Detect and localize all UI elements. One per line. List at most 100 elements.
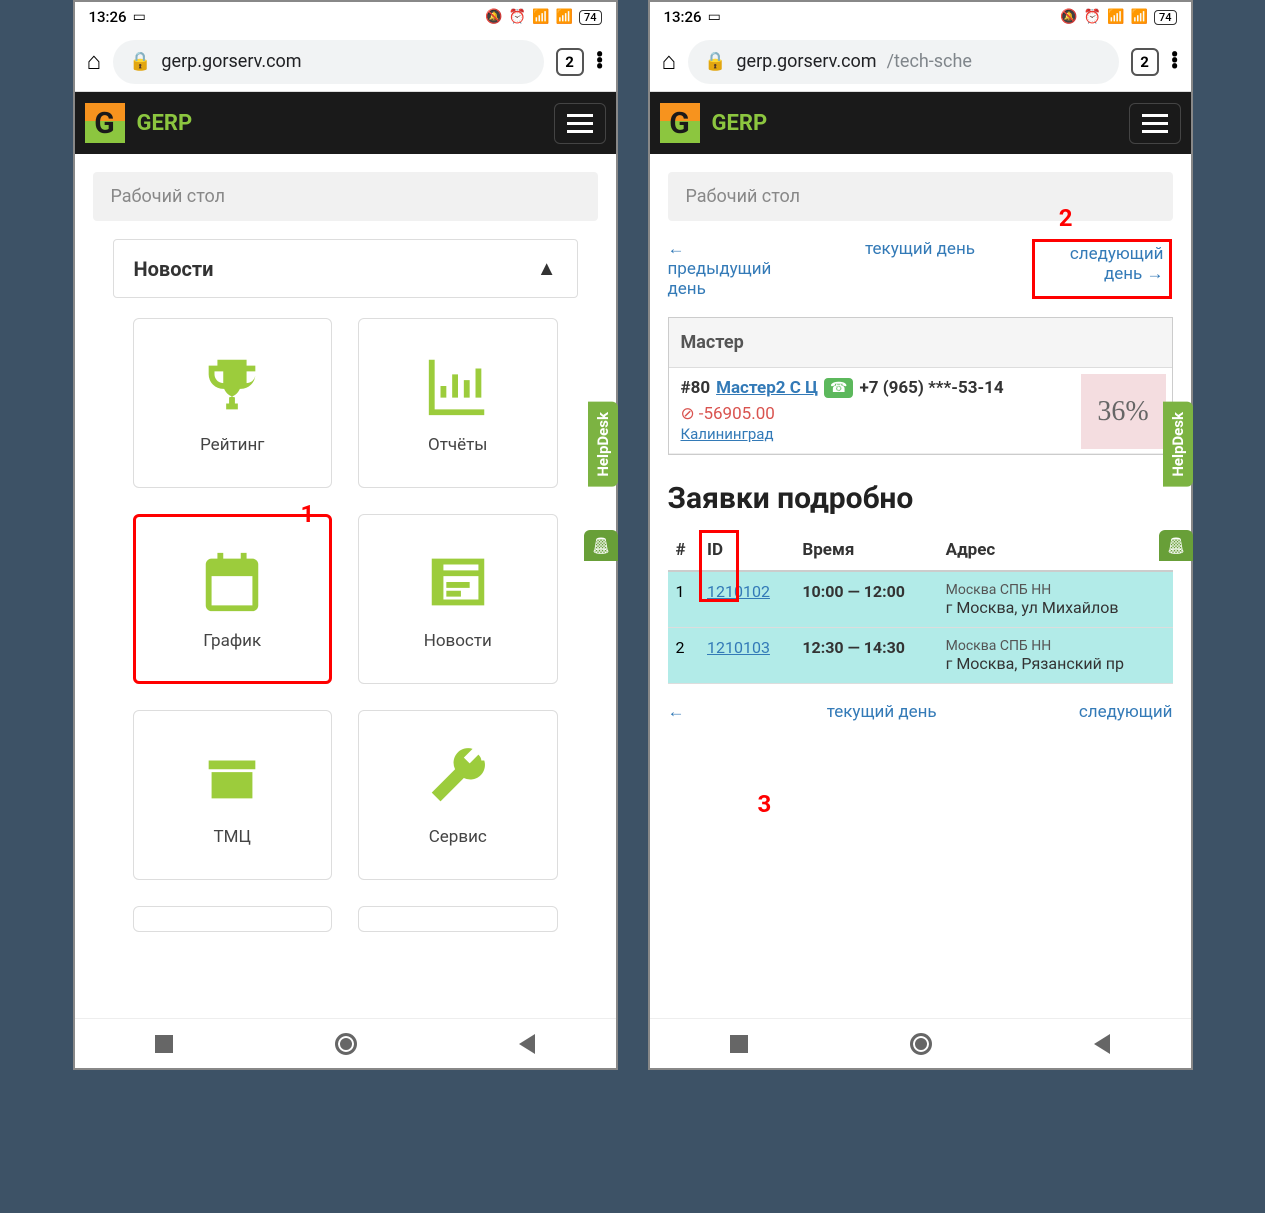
- workspace-label[interactable]: Рабочий стол: [668, 172, 1173, 221]
- calendar-icon: [197, 547, 267, 617]
- next-day-link[interactable]: следующий день →: [1070, 244, 1164, 284]
- signal-icon-2: 📶: [1131, 9, 1148, 25]
- hamburger-menu[interactable]: [1129, 103, 1181, 144]
- row-addr1: Москва СПБ НН: [946, 638, 1165, 654]
- notification-icon: ▭: [708, 9, 721, 25]
- row-time: 10:00 — 12:00: [794, 571, 937, 628]
- tile-service[interactable]: Сервис: [358, 710, 558, 880]
- home-button[interactable]: [335, 1033, 357, 1055]
- helpdesk-label: HelpDesk: [1169, 412, 1187, 477]
- tile-partial[interactable]: [358, 906, 558, 932]
- master-panel: Мастер #80 Мастер2 С Ц ☎ +7 (965) ***-53…: [668, 317, 1173, 455]
- tab-count[interactable]: 2: [1131, 48, 1159, 76]
- next-day-link-bottom[interactable]: следующий: [1079, 702, 1173, 722]
- row-num: 1: [668, 571, 700, 628]
- row-time: 12:30 — 14:30: [794, 628, 937, 684]
- table-row[interactable]: 1 1210102 10:00 — 12:00 Москва СПБ НН г …: [668, 571, 1173, 628]
- tile-rating[interactable]: Рейтинг: [133, 318, 333, 488]
- news-header-label: Новости: [134, 257, 214, 281]
- requests-table: # ID Время Адрес 1 1210102 10:00 — 12:00…: [668, 530, 1173, 684]
- notification-icon: ▭: [133, 9, 146, 25]
- table-row[interactable]: 2 1210103 12:30 — 14:30 Москва СПБ НН г …: [668, 628, 1173, 684]
- prev-day-link[interactable]: ← предыдущий день: [668, 239, 772, 299]
- browser-toolbar: ⌂ 🔒 gerp.gorserv.com/tech-sche 2 •••: [650, 32, 1191, 92]
- status-time: 13:26: [664, 8, 702, 26]
- phone-left: 13:26 ▭ 🔕 ⏰ 📶 📶 74 ⌂ 🔒 gerp.gorserv.com …: [73, 0, 618, 1070]
- day-navigation: ← предыдущий день текущий день следующий…: [668, 239, 1173, 299]
- url-host: gerp.gorserv.com: [736, 51, 876, 72]
- back-button[interactable]: [519, 1034, 535, 1054]
- helpdesk-tab[interactable]: HelpDesk: [588, 402, 618, 487]
- status-bar: 13:26 ▭ 🔕 ⏰ 📶 📶 74: [650, 2, 1191, 32]
- row-addr2: г Москва, Рязанский пр: [946, 654, 1165, 673]
- tile-label: Новости: [424, 631, 492, 651]
- master-city-link[interactable]: Калининград: [681, 425, 774, 443]
- lock-icon: 🔒: [129, 51, 151, 72]
- tile-label: Сервис: [429, 827, 487, 847]
- logo-icon[interactable]: G: [660, 103, 700, 143]
- arrow-left-icon: ←: [668, 239, 685, 259]
- recent-apps-button[interactable]: [155, 1035, 173, 1053]
- chevron-up-icon: ▲: [537, 256, 557, 281]
- phone-icon[interactable]: ☎: [824, 378, 853, 398]
- master-header: Мастер: [669, 318, 1172, 368]
- tile-partial[interactable]: [133, 906, 333, 932]
- logo-icon[interactable]: G: [85, 103, 125, 143]
- back-button[interactable]: [1094, 1034, 1110, 1054]
- tab-count[interactable]: 2: [556, 48, 584, 76]
- logo-text[interactable]: GERP: [712, 111, 768, 136]
- master-name-link[interactable]: Мастер2 С Ц: [716, 378, 818, 398]
- url-bar[interactable]: 🔒 gerp.gorserv.com/tech-sche: [688, 40, 1119, 84]
- request-id-link[interactable]: 1210103: [707, 638, 770, 657]
- arrow-left-icon: ←: [668, 702, 685, 722]
- arrow-right-icon: →: [1146, 264, 1163, 284]
- tile-label: График: [203, 631, 261, 651]
- chart-icon: [423, 351, 493, 421]
- helpdesk-tab[interactable]: HelpDesk: [1163, 402, 1193, 487]
- wrench-icon: [423, 743, 493, 813]
- home-icon[interactable]: ⌂: [662, 47, 677, 76]
- newspaper-icon: [423, 547, 493, 617]
- current-day-link[interactable]: текущий день: [865, 239, 975, 259]
- annotation-2: 2: [1059, 204, 1073, 232]
- prev-day-link-bottom[interactable]: ←: [668, 702, 685, 722]
- url-bar[interactable]: 🔒 gerp.gorserv.com: [113, 40, 544, 84]
- signal-icon: 📶: [1107, 9, 1124, 25]
- tile-reports[interactable]: Отчёты: [358, 318, 558, 488]
- android-nav-bar: [650, 1018, 1191, 1068]
- current-day-link-bottom[interactable]: текущий день: [827, 702, 937, 722]
- signal-icon-2: 📶: [556, 9, 573, 25]
- master-phone: +7 (965) ***-53-14: [859, 378, 1003, 398]
- row-addr1: Москва СПБ НН: [946, 582, 1165, 598]
- mute-icon: 🔕: [1060, 9, 1077, 25]
- day-navigation-bottom: ← текущий день следующий: [668, 702, 1173, 722]
- alarm-icon: ⏰: [1084, 9, 1101, 25]
- tile-news[interactable]: Новости: [358, 514, 558, 684]
- box-icon: [197, 743, 267, 813]
- helpdesk-trash-icon[interactable]: 🗑: [584, 530, 618, 561]
- tile-schedule[interactable]: График: [133, 514, 333, 684]
- android-nav-bar: [75, 1018, 616, 1068]
- news-accordion-header[interactable]: Новости ▲: [113, 239, 578, 298]
- home-icon[interactable]: ⌂: [87, 47, 102, 76]
- hamburger-menu[interactable]: [554, 103, 606, 144]
- mute-icon: 🔕: [485, 9, 502, 25]
- menu-icon[interactable]: •••: [596, 53, 604, 71]
- lock-icon: 🔒: [704, 51, 726, 72]
- annotation-1: 1: [301, 500, 315, 528]
- status-bar: 13:26 ▭ 🔕 ⏰ 📶 📶 74: [75, 2, 616, 32]
- row-addr2: г Москва, ул Михайлов: [946, 598, 1165, 617]
- prohibited-icon: ⊘: [681, 404, 695, 424]
- percent-badge: 36%: [1081, 374, 1166, 449]
- workspace-label[interactable]: Рабочий стол: [93, 172, 598, 221]
- trophy-icon: [197, 351, 267, 421]
- signal-icon: 📶: [532, 9, 549, 25]
- next-day-highlight: следующий день →: [1032, 239, 1172, 299]
- id-highlight-box: [699, 530, 739, 602]
- menu-icon[interactable]: •••: [1171, 53, 1179, 71]
- logo-text[interactable]: GERP: [137, 111, 193, 136]
- tile-stock[interactable]: ТМЦ: [133, 710, 333, 880]
- home-button[interactable]: [910, 1033, 932, 1055]
- helpdesk-trash-icon[interactable]: 🗑: [1159, 530, 1193, 561]
- recent-apps-button[interactable]: [730, 1035, 748, 1053]
